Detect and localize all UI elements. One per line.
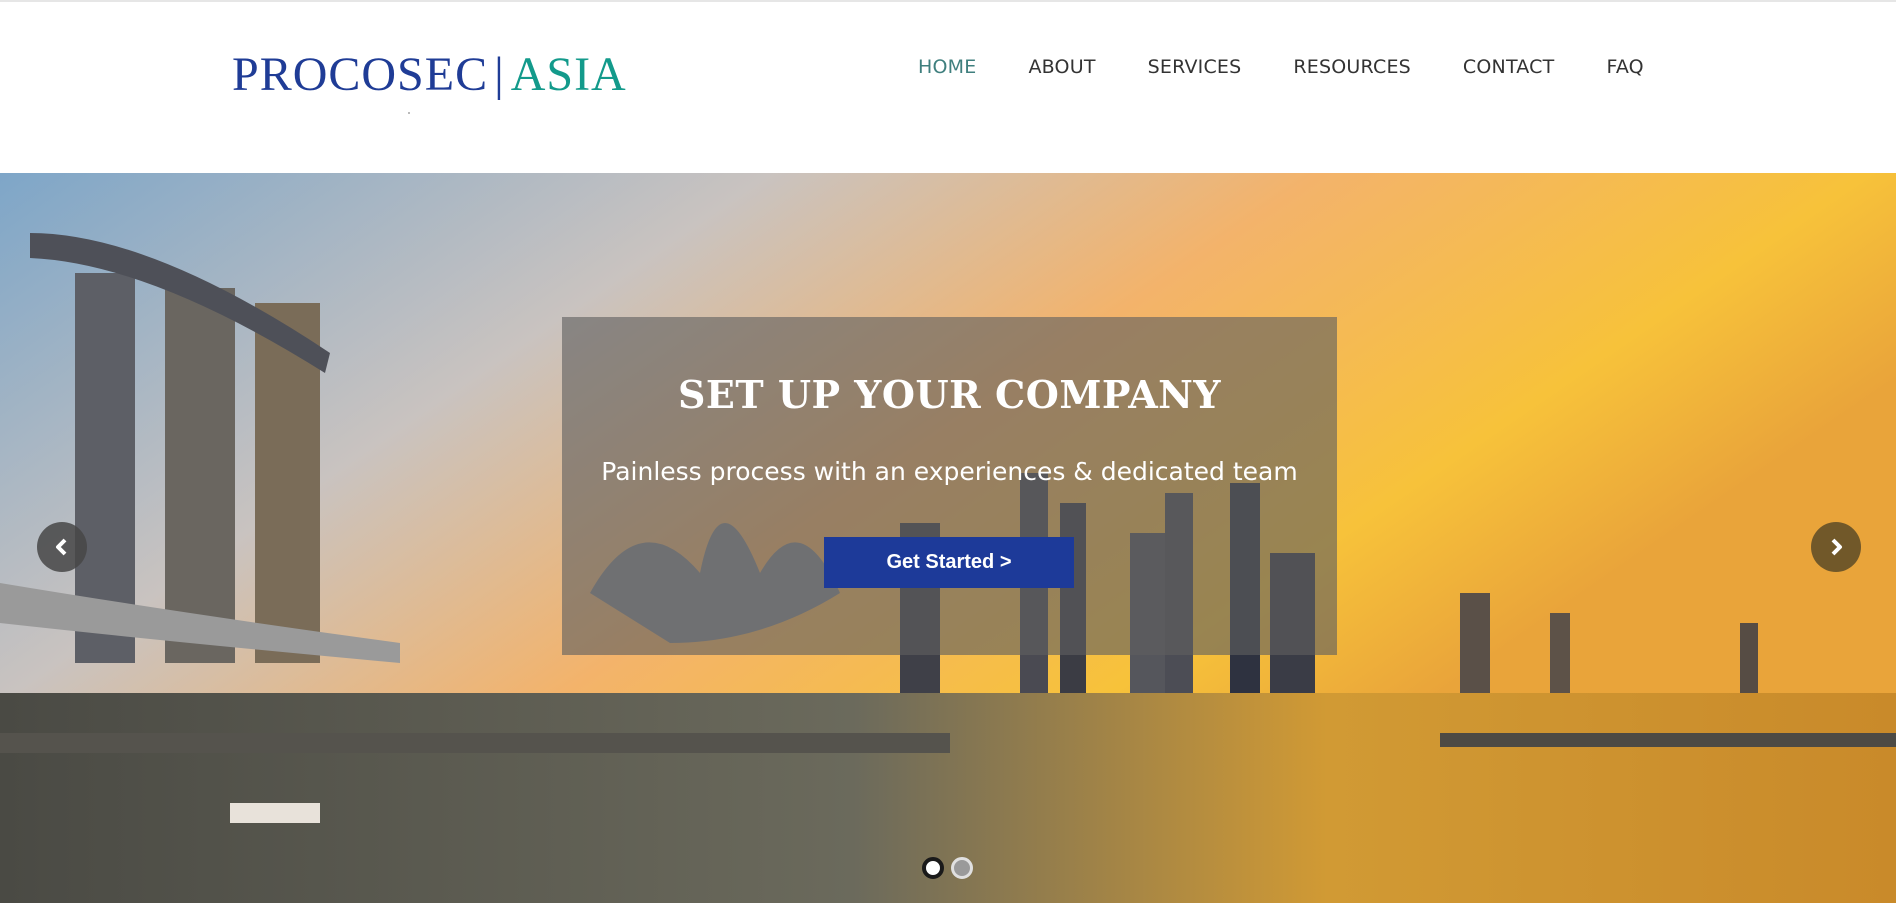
logo-divider: | xyxy=(494,47,505,101)
hero-slider: SET UP YOUR COMPANY Painless process wit… xyxy=(0,173,1896,903)
hero-subtitle: Painless process with an experiences & d… xyxy=(601,457,1298,486)
chevron-right-icon xyxy=(1831,538,1842,556)
logo-text-asia: ASIA xyxy=(510,47,627,101)
slider-pagination xyxy=(922,857,973,879)
chevron-left-icon xyxy=(56,538,67,556)
get-started-button[interactable]: Get Started > xyxy=(824,537,1074,588)
slider-dot-2[interactable] xyxy=(951,857,973,879)
hero-title: SET UP YOUR COMPANY xyxy=(677,372,1222,417)
nav-faq[interactable]: FAQ xyxy=(1606,54,1643,80)
main-nav: HOME ABOUT SERVICES RESOURCES CONTACT FA… xyxy=(918,54,1644,80)
slider-next-button[interactable] xyxy=(1811,522,1861,572)
nav-about[interactable]: ABOUT xyxy=(1028,54,1095,80)
nav-contact[interactable]: CONTACT xyxy=(1463,54,1555,80)
nav-services[interactable]: SERVICES xyxy=(1148,54,1242,80)
logo[interactable]: PROCOSEC | ASIA xyxy=(232,44,627,104)
slider-prev-button[interactable] xyxy=(37,522,87,572)
logo-text-procosec: PROCOSEC xyxy=(232,47,489,101)
logo-tagline-mark xyxy=(408,112,410,114)
slider-dot-1[interactable] xyxy=(922,857,944,879)
nav-home[interactable]: HOME xyxy=(918,54,976,80)
hero-caption-panel: SET UP YOUR COMPANY Painless process wit… xyxy=(562,317,1337,655)
nav-resources[interactable]: RESOURCES xyxy=(1293,54,1411,80)
site-header: PROCOSEC | ASIA HOME ABOUT SERVICES RESO… xyxy=(0,2,1896,173)
